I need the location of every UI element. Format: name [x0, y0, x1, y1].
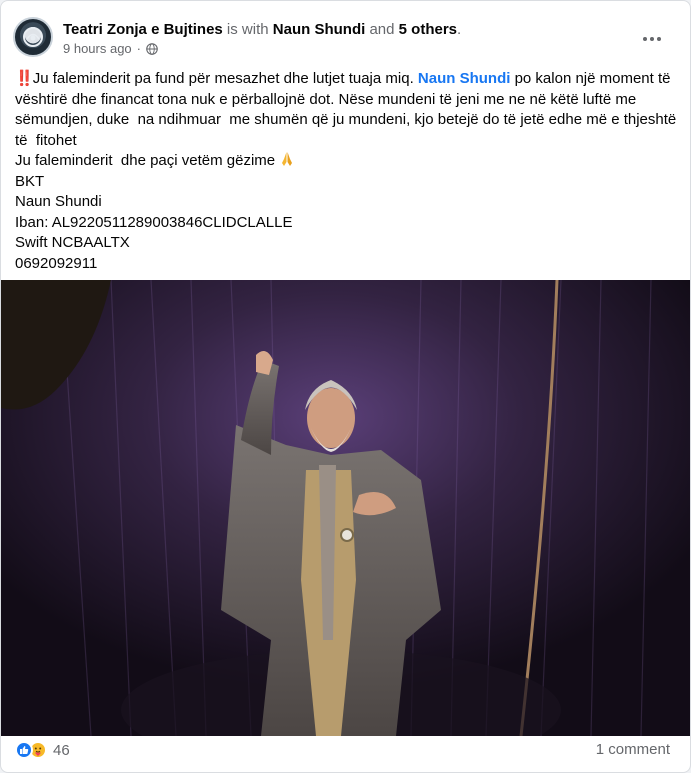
like-icon: [15, 741, 33, 759]
post-meta: 9 hours ago ·: [63, 41, 618, 56]
post-header: Teatri Zonja e Bujtines is with Naun Shu…: [13, 15, 678, 59]
page-avatar[interactable]: [13, 17, 53, 57]
comments-count-link[interactable]: 1 comment: [596, 741, 670, 758]
page-name-link[interactable]: Teatri Zonja e Bujtines: [63, 21, 223, 38]
thanks-line: Ju faleminderit dhe paçi vetëm gëzime: [15, 151, 680, 172]
post-text-part-1: Ju faleminderit pa fund për mesazhet dhe…: [32, 70, 418, 87]
actor-on-stage-photo[interactable]: [1, 280, 690, 736]
mention-link[interactable]: Naun Shundi: [418, 70, 511, 87]
post-footer: 46 1 comment: [1, 736, 690, 772]
more-options-icon[interactable]: [638, 25, 666, 53]
and-text: and: [369, 21, 395, 38]
swift-text: Swift NCBAALTX: [15, 234, 130, 251]
with-text: is with: [226, 21, 269, 38]
globe-icon[interactable]: [146, 42, 158, 55]
double-exclamation-icon: ‼️: [15, 70, 34, 87]
others-link[interactable]: 5 others: [399, 21, 457, 38]
post-header-text: Teatri Zonja e Bujtines is with Naun Shu…: [63, 20, 618, 56]
reactions-summary[interactable]: 46: [15, 741, 70, 759]
post-author-line: Teatri Zonja e Bujtines is with Naun Shu…: [63, 20, 618, 39]
phone-number: 0692092911: [15, 254, 98, 272]
post-text: ‼️Ju faleminderit pa fund për mesazhet d…: [15, 69, 680, 274]
post-timestamp[interactable]: 9 hours ago: [63, 41, 132, 56]
thanks-text: Ju faleminderit dhe paçi vetëm gëzime: [15, 152, 280, 169]
meta-separator: ·: [136, 41, 142, 56]
bank-name: BKT: [15, 172, 45, 190]
iban-text: Iban: AL9220511289003846CLIDCLALLE: [15, 213, 293, 231]
post-paragraph: ‼️Ju faleminderit pa fund për mesazhet d…: [15, 69, 680, 151]
reaction-count: 46: [53, 741, 70, 759]
account-name: Naun Shundi: [15, 193, 102, 210]
folded-hands-icon: [282, 152, 293, 166]
tagged-person-link[interactable]: Naun Shundi: [273, 21, 366, 38]
facebook-post: Teatri Zonja e Bujtines is with Naun Shu…: [0, 0, 691, 773]
avatar-logo-icon: [23, 27, 43, 47]
period-text: .: [457, 21, 462, 38]
